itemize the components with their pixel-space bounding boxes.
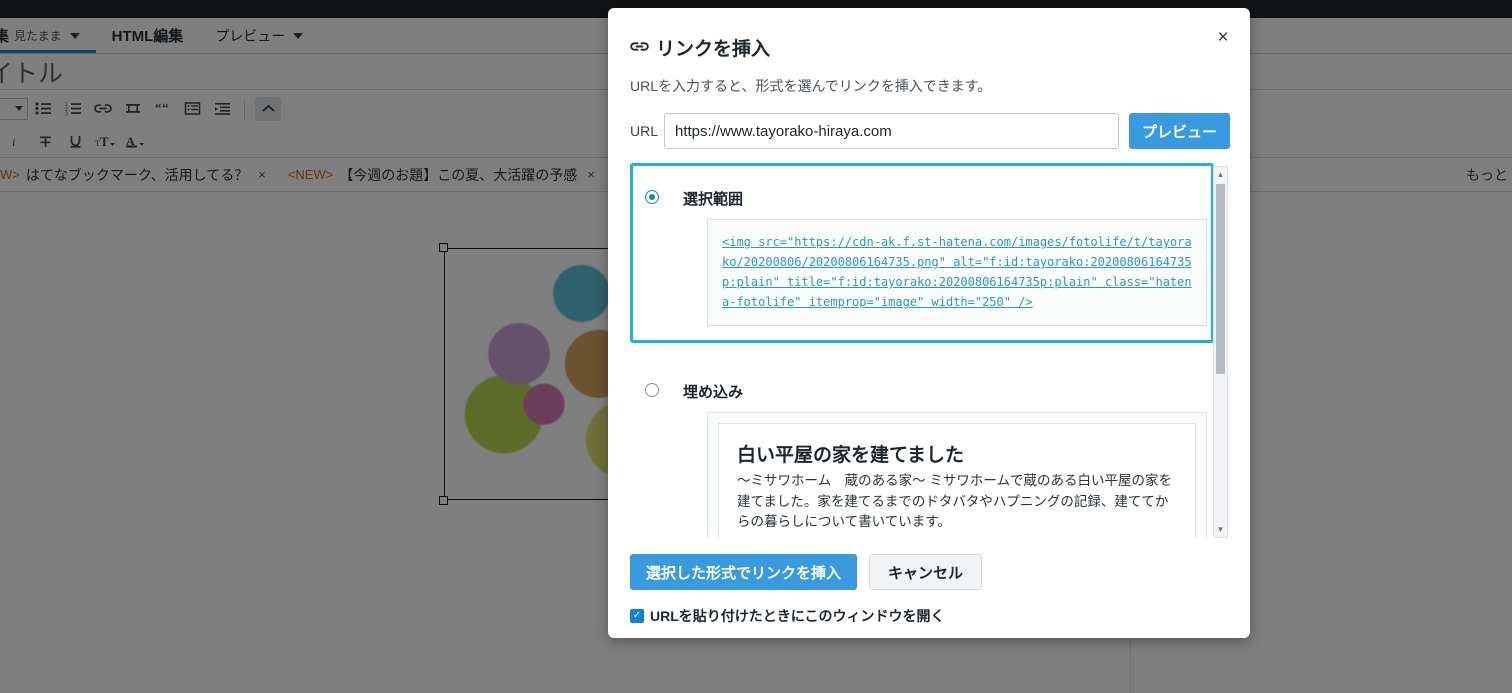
embed-preview-card: 白い平屋の家を建てました 〜ミサワホーム 蔵のある家〜 ミサワホームで蔵のある白… [718, 422, 1196, 538]
close-icon[interactable]: × [1212, 26, 1234, 48]
url-label: URL [630, 123, 659, 139]
dialog-footer-buttons: 選択した形式でリンクを挿入 キャンセル [630, 554, 983, 590]
option-selection-range-label: 選択範囲 [683, 191, 744, 208]
option-embed-label: 埋め込み [683, 383, 744, 401]
embed-preview-outer: 白い平屋の家を建てました 〜ミサワホーム 蔵のある家〜 ミサワホームで蔵のある白… [707, 411, 1207, 538]
cancel-button[interactable]: キャンセル [869, 554, 983, 590]
option-selection-range[interactable]: 選択範囲 <img src="https://cdn-ak.f.st-haten… [630, 163, 1214, 343]
scroll-up-icon[interactable]: ▲ [1214, 167, 1227, 182]
url-input[interactable] [664, 113, 1119, 149]
insert-link-dialog: × リンクを挿入 URLを入力すると、形式を選んでリンクを挿入できます。 URL… [608, 8, 1250, 638]
reopen-window-checkbox-label: URLを貼り付けたときにこのウィンドウを開く [650, 608, 945, 624]
insert-link-button[interactable]: 選択した形式でリンクを挿入 [630, 554, 858, 590]
dialog-title-text: リンクを挿入 [656, 39, 771, 60]
option-embed-head: 埋め込み [645, 369, 1230, 402]
radio-embed[interactable] [645, 382, 659, 397]
preview-button[interactable]: プレビュー [1129, 113, 1230, 149]
scrollbar-track[interactable] [1214, 182, 1227, 522]
options-scrollbar[interactable]: ▲ ▼ [1213, 166, 1228, 538]
checkbox-checked-icon[interactable]: ✓ [630, 609, 644, 623]
selection-code-text: <img src="https://cdn-ak.f.st-hatena.com… [722, 235, 1192, 310]
link-icon [630, 37, 649, 59]
scroll-down-icon[interactable]: ▼ [1214, 522, 1227, 537]
url-input-row: URL プレビュー [630, 113, 1230, 149]
option-embed[interactable]: 埋め込み 白い平屋の家を建てました 〜ミサワホーム 蔵のある家〜 ミサワホームで… [630, 343, 1230, 538]
reopen-window-checkbox-row[interactable]: ✓ URLを貼り付けたときにこのウィンドウを開く [630, 606, 945, 626]
embed-card-summary: 〜ミサワホーム 蔵のある家〜 ミサワホームで蔵のある白い平屋の家を建てました。家… [737, 472, 1172, 530]
embed-card-title: 白い平屋の家を建てました [737, 444, 965, 466]
option-selection-range-head: 選択範囲 [645, 176, 1199, 209]
dialog-title: リンクを挿入 [630, 34, 770, 61]
dialog-description: URLを入力すると、形式を選んでリンクを挿入できます。 [630, 78, 992, 94]
scrollbar-thumb[interactable] [1216, 184, 1225, 374]
radio-selection-range[interactable] [645, 190, 659, 204]
selection-code-box: <img src="https://cdn-ak.f.st-hatena.com… [707, 219, 1207, 326]
link-format-options: 選択範囲 <img src="https://cdn-ak.f.st-haten… [630, 163, 1230, 538]
